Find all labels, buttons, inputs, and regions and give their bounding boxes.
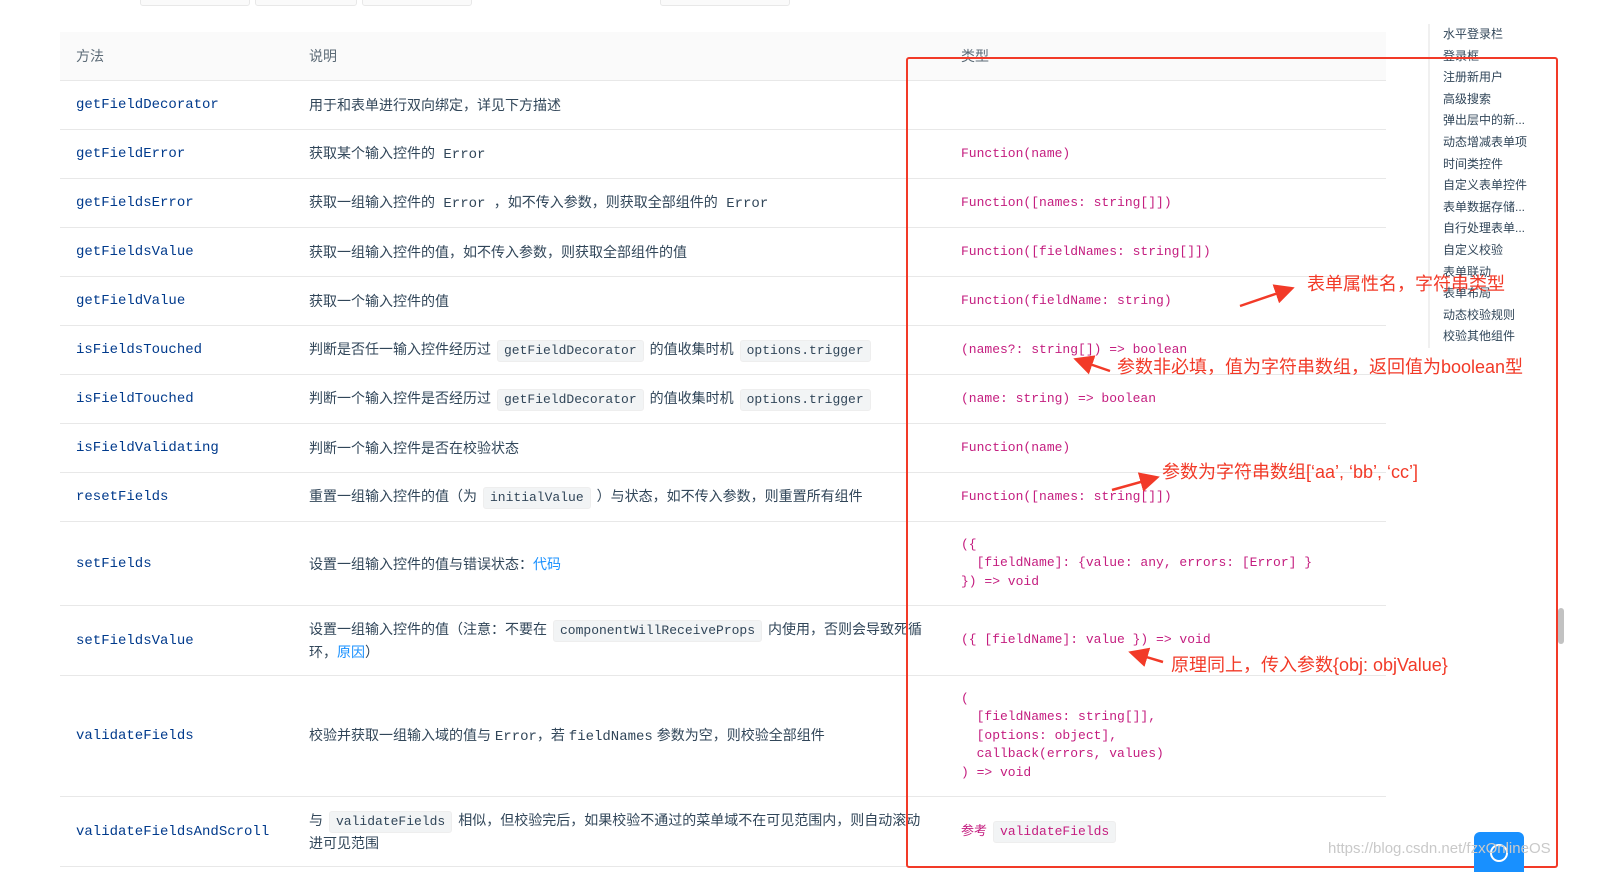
description-text: 获取某个输入控件的 Error bbox=[309, 147, 486, 163]
annotation-string-array: 参数为字符串数组[‘aa’, ‘bb’, ‘cc’] bbox=[1162, 462, 1419, 482]
anchor-link[interactable]: 水平登录栏 bbox=[1443, 24, 1553, 46]
method-name: isFieldValidating bbox=[60, 423, 293, 473]
description-text: 判断一个输入控件是否经历过 bbox=[309, 389, 491, 406]
method-name: getFieldsValue bbox=[60, 227, 293, 277]
description-text: 判断一个输入控件是否在校验状态 bbox=[309, 440, 519, 456]
description-text: 获取一组输入控件的 Error ，如不传入参数，则获取全部组件的 Error bbox=[309, 196, 769, 212]
method-description: 判断是否任一输入控件经历过 getFieldDecorator 的值收集时机 opti… bbox=[293, 325, 945, 375]
annotation-same-principle: 原理同上，传入参数{obj: objValue} bbox=[1171, 655, 1448, 675]
method-name: resetFields bbox=[60, 472, 293, 522]
method-description: 获取一组输入控件的 Error ，如不传入参数，则获取全部组件的 Error bbox=[293, 178, 945, 228]
method-name: isFieldsTouched bbox=[60, 325, 293, 375]
inline-code: componentWillReceiveProps bbox=[553, 620, 763, 642]
method-name: validateFieldsAndScroll bbox=[60, 796, 293, 867]
inline-code: options.trigger bbox=[739, 388, 871, 411]
inline-code: options.trigger bbox=[739, 339, 871, 362]
code-chip bbox=[255, 0, 357, 6]
method-description: 获取一组输入控件的值，如不传入参数，则获取全部组件的值 bbox=[293, 227, 945, 277]
method-description: 判断一个输入控件是否经历过 getFieldDecorator 的值收集时机 opti… bbox=[293, 374, 945, 424]
header-method: 方法 bbox=[60, 32, 293, 81]
description-text: 设置一组输入控件的值（注意：不要在 bbox=[309, 621, 547, 637]
description-text: 参数为空，则校验全部组件 bbox=[652, 727, 825, 743]
annotation-names-optional: 参数非必填，值为字符串数组，返回值为boolean型 bbox=[1117, 357, 1524, 377]
description-text: 重置一组输入控件的值（为 bbox=[309, 487, 477, 504]
method-name: setFieldsValue bbox=[60, 605, 293, 676]
description-text: 判断是否任一输入控件经历过 bbox=[309, 340, 491, 357]
method-description: 获取某个输入控件的 Error bbox=[293, 129, 945, 179]
scroll-thumb[interactable] bbox=[1558, 608, 1564, 644]
code-chip bbox=[362, 0, 472, 6]
method-name: setFields bbox=[60, 521, 293, 606]
inline-code: validateFields bbox=[329, 811, 453, 833]
reason-link[interactable]: 原因 bbox=[337, 644, 365, 660]
header-description: 说明 bbox=[293, 32, 945, 81]
method-name: getFieldValue bbox=[60, 276, 293, 326]
method-name: getFieldDecorator bbox=[60, 80, 293, 130]
description-text: 的值收集时机 bbox=[649, 340, 734, 357]
annotation-field-name: 表单属性名，字符串类型 bbox=[1307, 274, 1505, 294]
description-text: 获取一组输入控件的值，如不传入参数，则获取全部组件的值 bbox=[309, 244, 687, 260]
method-description: 获取一个输入控件的值 bbox=[293, 276, 945, 326]
method-description: 与 validateFields 相似，但校验完后，如果校验不通过的菜单域不在可见范… bbox=[293, 796, 945, 867]
method-description: 设置一组输入控件的值与错误状态：代码 bbox=[293, 521, 945, 606]
description-text: 校验并获取一组输入域的值与 bbox=[309, 727, 495, 743]
method-description: 校验并获取一组输入域的值与 Error，若 fieldNames 参数为空，则校… bbox=[293, 675, 945, 797]
description-code: fieldNames bbox=[568, 729, 653, 745]
description-text: ） bbox=[365, 644, 379, 660]
description-text: ）与状态，如不传入参数，则重置所有组件 bbox=[596, 487, 863, 504]
method-description: 用于和表单进行双向绑定，详见下方描述 bbox=[293, 80, 945, 130]
description-text: 与 bbox=[309, 812, 323, 828]
description-text: 获取一个输入控件的值 bbox=[309, 293, 449, 309]
inline-code: getFieldDecorator bbox=[497, 388, 644, 411]
inline-code: getFieldDecorator bbox=[497, 339, 644, 362]
method-name: getFieldsError bbox=[60, 178, 293, 228]
description-text: 用于和表单进行双向绑定，详见下方描述 bbox=[309, 97, 561, 113]
description-text: ，若 bbox=[536, 727, 569, 743]
description-text: 的值收集时机 bbox=[649, 389, 734, 406]
inline-code: initialValue bbox=[483, 486, 591, 509]
description-text: 设置一组输入控件的值与错误状态： bbox=[309, 555, 533, 572]
method-description: 设置一组输入控件的值（注意：不要在 componentWillReceivePro… bbox=[293, 605, 945, 676]
watermark: https://blog.csdn.net/fzxOnlineOS bbox=[1328, 840, 1551, 857]
code-link[interactable]: 代码 bbox=[533, 556, 561, 572]
method-name: validateFields bbox=[60, 675, 293, 797]
description-code: Error bbox=[494, 729, 537, 745]
code-chip bbox=[140, 0, 250, 6]
method-name: getFieldError bbox=[60, 129, 293, 179]
method-description: 判断一个输入控件是否在校验状态 bbox=[293, 423, 945, 473]
method-description: 重置一组输入控件的值（为 initialValue ）与状态，如不传入参数，则重置所… bbox=[293, 472, 945, 522]
previous-table-stub bbox=[60, 0, 1386, 8]
method-name: isFieldTouched bbox=[60, 374, 293, 424]
code-chip bbox=[660, 0, 790, 6]
